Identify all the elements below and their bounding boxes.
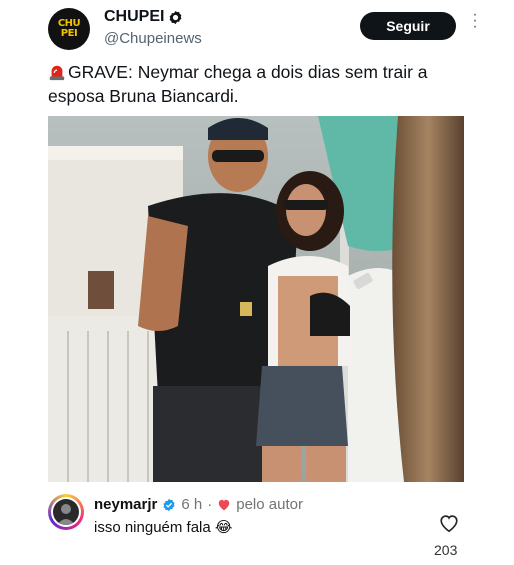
avatar-ring-gap [51, 497, 81, 527]
account-logo: CHU PEI [51, 11, 87, 47]
siren-emoji-icon [49, 65, 65, 81]
account-name-row[interactable]: CHUPEI [104, 8, 183, 26]
account-name[interactable]: CHUPEI [104, 8, 164, 26]
tweet-header: CHU PEI CHUPEI @Chupeinews Seguir · · · [48, 7, 488, 52]
heart-filled-icon [218, 499, 230, 511]
tweet-photo[interactable] [48, 116, 464, 482]
account-avatar[interactable]: CHU PEI [48, 8, 90, 50]
like-heart-icon[interactable] [438, 512, 460, 534]
account-logo-text: CHU PEI [57, 18, 81, 39]
like-count: 203 [434, 542, 458, 558]
follow-button[interactable]: Seguir [360, 12, 456, 40]
verified-badge-icon [170, 10, 182, 24]
reply-avatar-image [53, 499, 79, 525]
tweet-text-block: GRAVE: Neymar chega a dois dias sem trai… [48, 60, 468, 108]
reply-time: 6 h [181, 496, 203, 513]
reply-text: isso ninguém fala 😂 [94, 519, 233, 536]
avatar-silhouette-icon [57, 504, 75, 525]
account-handle[interactable]: @Chupeinews [104, 30, 202, 47]
reply-username[interactable]: neymarjr [94, 496, 157, 513]
reply-header: neymarjr 6 h · pelo autor [94, 496, 303, 513]
reply-avatar[interactable] [48, 494, 84, 530]
reply-separator: · [207, 496, 213, 513]
photo-illustration [48, 116, 464, 482]
reply-comment: neymarjr 6 h · pelo autor isso ninguém f… [48, 494, 468, 564]
more-options-icon[interactable]: · · · [471, 7, 479, 35]
verified-badge-icon [163, 498, 175, 511]
liked-by-author-label: pelo autor [236, 496, 303, 513]
tweet-text: GRAVE: Neymar chega a dois dias sem trai… [48, 62, 428, 106]
